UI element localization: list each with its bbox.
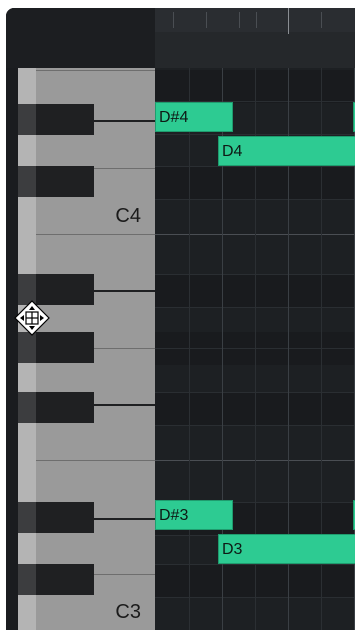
move-cursor-icon — [14, 300, 50, 336]
editor-corner — [6, 8, 155, 68]
piano-keyboard[interactable]: C4 C3 — [18, 68, 155, 630]
black-key-edge — [18, 564, 36, 595]
black-key-edge — [18, 332, 36, 363]
ruler-top-strip — [155, 8, 355, 32]
note-grid[interactable]: D#4 D4 D#3 D3 — [155, 68, 355, 630]
ruler-tick — [206, 12, 207, 28]
beat-line — [189, 68, 190, 630]
ruler-tick — [173, 12, 174, 28]
black-key-edge — [18, 166, 36, 197]
key-label-c3: C3 — [115, 601, 141, 623]
ruler-tick — [321, 12, 322, 28]
ruler-tick — [256, 12, 257, 28]
black-key-edge — [18, 502, 36, 533]
black-key-edge — [18, 392, 36, 423]
white-key-separator — [36, 460, 155, 461]
white-key-separator — [36, 70, 155, 71]
key-label-c4: C4 — [115, 205, 141, 227]
white-key-separator — [36, 234, 155, 235]
midi-note[interactable]: D#3 — [155, 500, 233, 530]
black-key-line — [94, 404, 155, 406]
midi-note[interactable]: D3 — [218, 534, 355, 564]
midi-key-editor: C4 C3 D#4 D4 D#3 D3 — [6, 8, 355, 630]
black-key-line — [94, 290, 155, 292]
midi-note[interactable]: D4 — [218, 136, 355, 166]
ruler-tick — [239, 12, 240, 28]
black-key-line — [94, 120, 155, 122]
black-key-edge — [18, 104, 36, 135]
ruler-bar-marker — [288, 8, 289, 34]
midi-note[interactable]: D#4 — [155, 102, 233, 132]
timeline-ruler[interactable] — [155, 8, 355, 68]
black-key-line — [94, 518, 155, 520]
